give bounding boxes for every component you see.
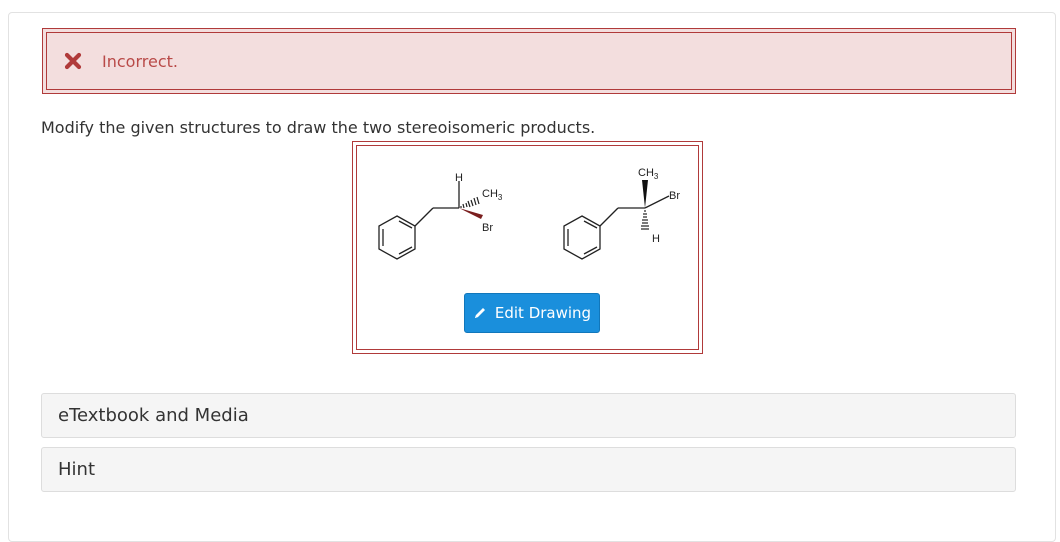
incorrect-alert: Incorrect. [42, 28, 1016, 94]
alert-text: Incorrect. [102, 51, 178, 71]
left-ch3-label: CH3 [482, 188, 503, 202]
x-icon [62, 50, 84, 72]
edit-drawing-label: Edit Drawing [494, 304, 592, 322]
etextbook-panel[interactable]: eTextbook and Media [41, 393, 1016, 438]
left-br-label: Br [482, 222, 493, 234]
right-h-label: H [652, 233, 660, 245]
drawing-box-inner: H CH3 Br CH3 Br H Edit Drawing [356, 145, 699, 350]
left-substituents [414, 181, 483, 227]
right-ch3-label: CH3 [638, 167, 659, 181]
left-benzene-ring [378, 215, 416, 260]
etextbook-label: eTextbook and Media [58, 405, 249, 426]
incorrect-alert-inner: Incorrect. [46, 32, 1012, 90]
edit-drawing-button[interactable]: Edit Drawing [464, 293, 600, 333]
left-h-label: H [455, 172, 463, 184]
question-text: Modify the given structures to draw the … [41, 118, 596, 137]
right-benzene-ring [563, 215, 601, 260]
pencil-icon [473, 306, 487, 320]
drawing-box: H CH3 Br CH3 Br H Edit Drawing [352, 141, 703, 354]
hint-label: Hint [58, 459, 96, 480]
hint-panel[interactable]: Hint [41, 447, 1016, 492]
right-br-label: Br [669, 190, 680, 202]
right-substituents [599, 180, 670, 230]
